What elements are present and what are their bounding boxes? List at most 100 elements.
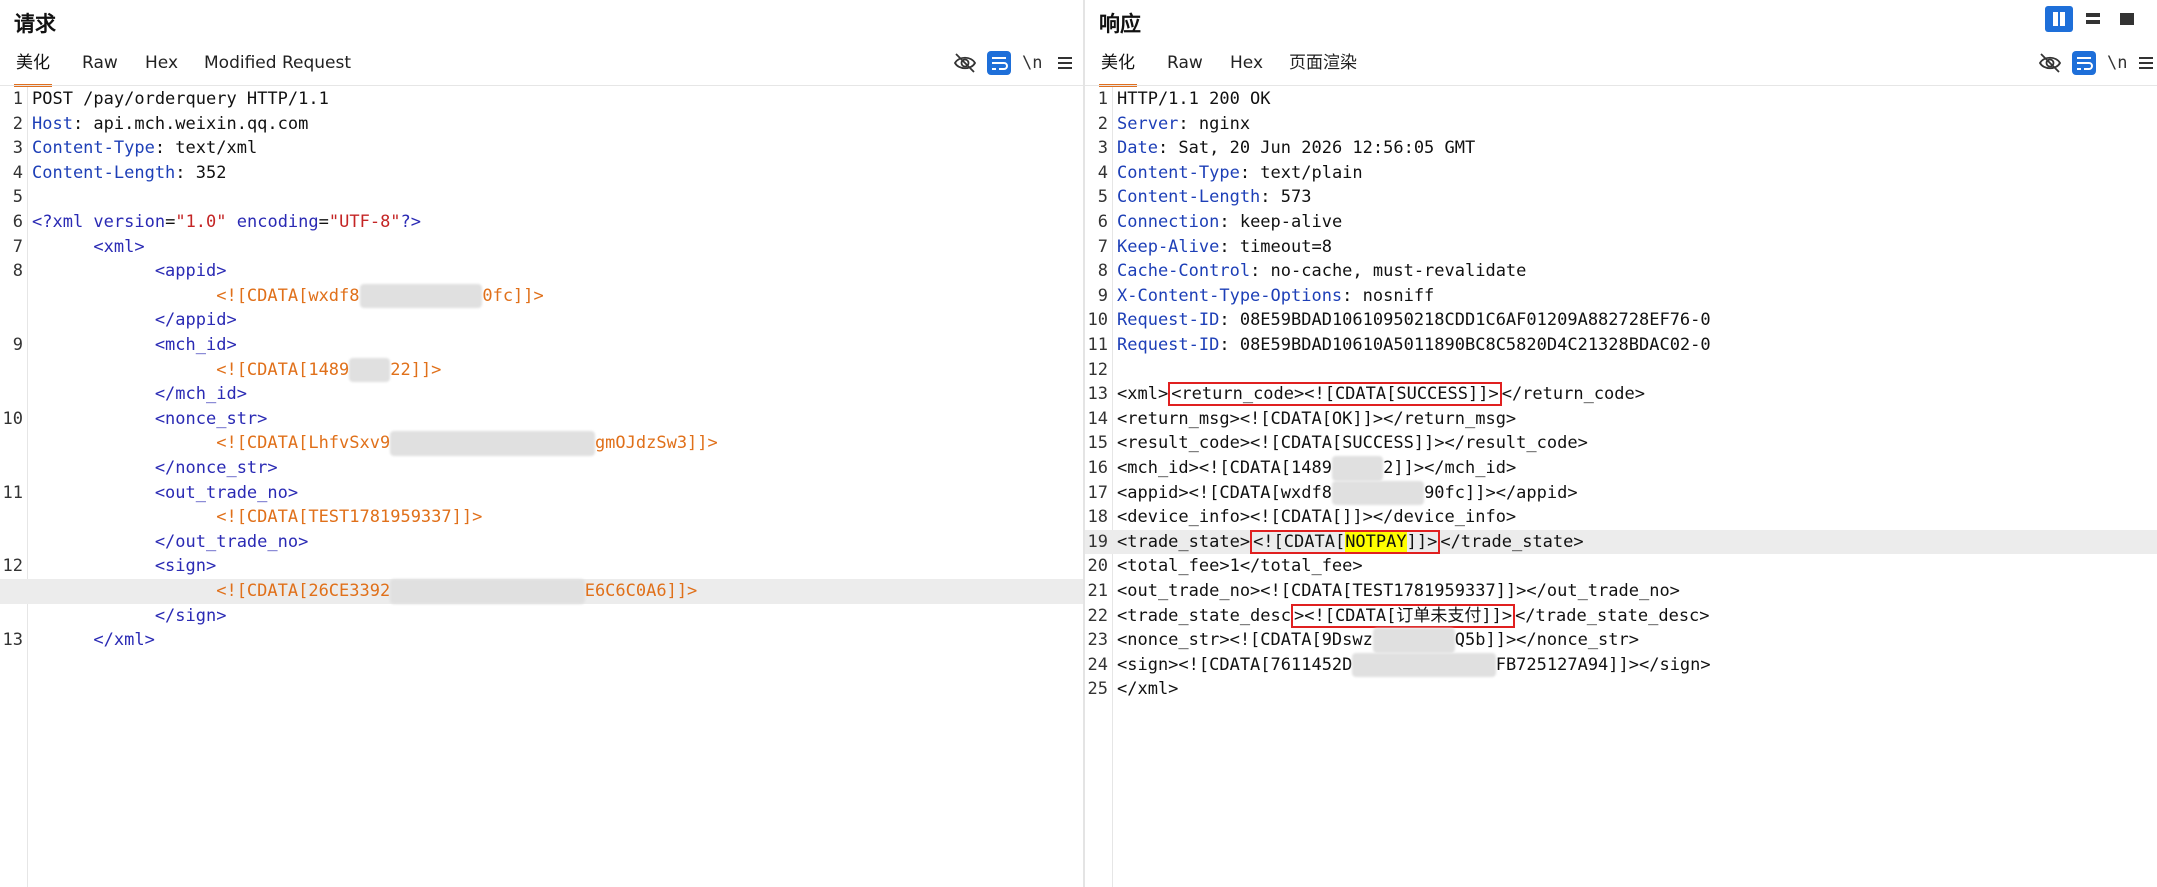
code-line[interactable]: 5 Content-Length: 573 bbox=[1085, 185, 2157, 210]
code-line[interactable]: 19 <trade_state> <![CDATA[NOTPAY]]> </trade… bbox=[1085, 529, 2157, 555]
code-token: "UTF-8" bbox=[328, 212, 401, 232]
code-line[interactable]: 6 Connection: keep-alive bbox=[1085, 210, 2157, 235]
code-line[interactable]: </mch_id> bbox=[0, 382, 1083, 407]
line-text: Content-Length: 573 bbox=[1117, 185, 1311, 210]
line-text: <out_trade_no> bbox=[32, 481, 298, 506]
code-line[interactable]: <![CDATA[TEST1781959337]]> bbox=[0, 505, 1083, 530]
line-number: 4 bbox=[1097, 162, 1108, 183]
code-line[interactable]: 10 Request-ID: 08E59BDAD10610950218CDD1C6… bbox=[1085, 308, 2157, 333]
code-token: <total_fee>1</total_fee> bbox=[1117, 556, 1363, 577]
code-line[interactable]: 16 <mch_id><![CDATA[1489XXXXX2]]></mch_id… bbox=[1085, 456, 2157, 481]
code-line[interactable]: <![CDATA[26CE3392XXXXXXXXXXXXXXXXXXXE6C6… bbox=[0, 579, 1083, 604]
code-line[interactable]: 1 HTTP/1.1 200 OK bbox=[1085, 87, 2157, 112]
code-line[interactable]: 14 <return_msg><![CDATA[OK]]></return_msg… bbox=[1085, 407, 2157, 432]
split-columns-icon[interactable] bbox=[2045, 6, 2073, 32]
line-number: 9 bbox=[1097, 285, 1108, 306]
code-line[interactable]: 18 <device_info><![CDATA[]]></device_info… bbox=[1085, 505, 2157, 530]
code-line[interactable]: </out_trade_no> bbox=[0, 530, 1083, 555]
code-line[interactable]: 13 </xml> bbox=[0, 628, 1083, 653]
line-number: 10 bbox=[1087, 310, 1108, 331]
hide-eye-icon[interactable] bbox=[2037, 50, 2063, 76]
tab-hex[interactable]: Hex bbox=[143, 48, 180, 84]
code-line[interactable]: 7 Keep-Alive: timeout=8 bbox=[1085, 235, 2157, 260]
line-text: Server: nginx bbox=[1117, 112, 1250, 137]
code-line[interactable]: 2 Host: api.mch.weixin.qq.com bbox=[0, 112, 1083, 137]
tab-raw[interactable]: Raw bbox=[80, 48, 120, 84]
code-token: : 352 bbox=[175, 162, 227, 183]
redacted-text: XXXXXXXXXXXXXX bbox=[1352, 652, 1496, 678]
code-line[interactable]: 12 <sign> bbox=[0, 554, 1083, 579]
code-line[interactable]: 21 <out_trade_no><![CDATA[TEST1781959337]… bbox=[1085, 579, 2157, 604]
line-text: Content-Type: text/plain bbox=[1117, 161, 1363, 186]
code-token: <appid><![CDATA[wxdf8 bbox=[1117, 482, 1332, 503]
menu-icon[interactable] bbox=[1052, 50, 1078, 76]
code-line[interactable]: 22 <trade_state_desc ><![CDATA[订单未支付]]> </t… bbox=[1085, 603, 2157, 629]
code-line[interactable]: 1 POST /pay/orderquery HTTP/1.1 bbox=[0, 87, 1083, 112]
code-line[interactable]: </nonce_str> bbox=[0, 456, 1083, 481]
code-line[interactable]: 9 <mch_id> bbox=[0, 333, 1083, 358]
tab-render[interactable]: 页面渲染 bbox=[1287, 48, 1359, 84]
request-toolbar: \n bbox=[952, 50, 1077, 76]
code-line[interactable]: <![CDATA[1489XXXX22]]> bbox=[0, 357, 1083, 383]
code-line[interactable]: </appid> bbox=[0, 308, 1083, 333]
code-line[interactable]: 9 X-Content-Type-Options: nosniff bbox=[1085, 284, 2157, 309]
code-token: Content-Type bbox=[1117, 162, 1240, 183]
tab-modified-request[interactable]: Modified Request bbox=[202, 48, 353, 84]
code-line[interactable]: 12 bbox=[1085, 358, 2157, 383]
code-line[interactable]: 3 Content-Type: text/xml bbox=[0, 136, 1083, 161]
code-line[interactable]: </sign> bbox=[0, 604, 1083, 629]
code-line[interactable]: 11 Request-ID: 08E59BDAD10610A5011890BC8C… bbox=[1085, 333, 2157, 358]
code-line[interactable]: 13 <xml> <return_code><![CDATA[SUCCESS]]> <… bbox=[1085, 382, 2157, 407]
code-line[interactable]: 4 Content-Type: text/plain bbox=[1085, 161, 2157, 186]
code-line[interactable]: 24 <sign><![CDATA[7611452DXXXXXXXXXXXXXXF… bbox=[1085, 652, 2157, 678]
code-token: = bbox=[165, 212, 176, 232]
response-tabbar-line bbox=[1085, 85, 2157, 86]
wrap-lines-icon[interactable] bbox=[2071, 50, 2097, 76]
code-token: <![CDATA[LhfvSxv9 bbox=[32, 433, 391, 454]
hide-eye-icon[interactable] bbox=[952, 50, 978, 76]
line-text: POST /pay/orderquery HTTP/1.1 bbox=[32, 87, 329, 112]
code-token: </nonce_str> bbox=[32, 458, 278, 478]
code-line[interactable]: 15 <result_code><![CDATA[SUCCESS]]></resu… bbox=[1085, 431, 2157, 456]
code-line[interactable]: 3 Date: Sat, 20 Jun 2026 12:56:05 GMT bbox=[1085, 136, 2157, 161]
single-pane-icon[interactable] bbox=[2113, 6, 2141, 32]
code-line[interactable]: 5 bbox=[0, 185, 1083, 210]
code-line[interactable]: 8 Cache-Control: no-cache, must-revalidat… bbox=[1085, 259, 2157, 284]
code-line[interactable]: 20 <total_fee>1</total_fee> bbox=[1085, 554, 2157, 579]
code-token: version bbox=[93, 212, 166, 232]
code-token: : Sat, 20 Jun 2026 12:56:05 GMT bbox=[1157, 138, 1476, 159]
code-line[interactable]: 8 <appid> bbox=[0, 259, 1083, 284]
newline-toggle[interactable]: \n bbox=[1022, 53, 1042, 73]
code-line[interactable]: <![CDATA[LhfvSxv9XXXXXXXXXXXXXXXXXXXXgmO… bbox=[0, 431, 1083, 456]
code-line[interactable]: <![CDATA[wxdf8XXXXXXXXXXXX0fc]]> bbox=[0, 283, 1083, 309]
split-rows-icon[interactable] bbox=[2079, 6, 2107, 32]
line-text: </xml> bbox=[1117, 677, 1178, 702]
code-token: ?> bbox=[400, 212, 422, 232]
tab-raw[interactable]: Raw bbox=[1165, 48, 1205, 84]
code-line[interactable]: 6 <?xml version="1.0" encoding="UTF-8"?> bbox=[0, 210, 1083, 235]
code-line[interactable]: 23 <nonce_str><![CDATA[9DswzXXXXXXXXQ5b]]… bbox=[1085, 628, 2157, 653]
code-token: FB725127A94]]></sign> bbox=[1495, 654, 1711, 675]
wrap-lines-icon[interactable] bbox=[986, 50, 1012, 76]
response-tabs: 美化 Raw Hex 页面渲染 bbox=[1085, 48, 2157, 87]
code-token: : 08E59BDAD10610A5011890BC8C5820D4C21328… bbox=[1219, 335, 1711, 355]
code-token: Content-Type bbox=[32, 138, 155, 159]
code-line[interactable]: 2 Server: nginx bbox=[1085, 112, 2157, 137]
tab-pretty[interactable]: 美化 bbox=[14, 48, 52, 87]
tab-pretty[interactable]: 美化 bbox=[1099, 48, 1137, 87]
code-token: </xml> bbox=[1117, 679, 1179, 700]
code-line[interactable]: 4 Content-Length: 352 bbox=[0, 161, 1083, 186]
code-line[interactable]: 7 <xml> bbox=[0, 235, 1083, 260]
code-line[interactable]: 17 <appid><![CDATA[wxdf8XXXXXXXXX90fc]]><… bbox=[1085, 480, 2157, 506]
line-text: Content-Type: text/xml bbox=[32, 136, 257, 161]
code-token: Date bbox=[1117, 138, 1158, 159]
newline-toggle[interactable]: \n bbox=[2107, 53, 2127, 73]
line-text: HTTP/1.1 200 OK bbox=[1117, 87, 1271, 112]
code-token: <out_trade_no> bbox=[32, 482, 299, 503]
tab-hex[interactable]: Hex bbox=[1228, 48, 1265, 84]
code-line[interactable]: 10 <nonce_str> bbox=[0, 407, 1083, 432]
code-line[interactable]: 25 </xml> bbox=[1085, 677, 2157, 702]
code-token: <trade_state_desc bbox=[1117, 605, 1291, 626]
code-line[interactable]: 11 <out_trade_no> bbox=[0, 481, 1083, 506]
menu-icon[interactable] bbox=[2133, 50, 2157, 76]
